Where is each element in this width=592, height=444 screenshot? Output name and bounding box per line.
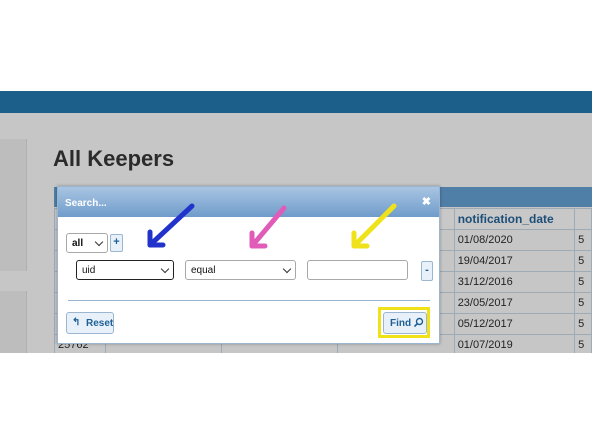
table-cell: 01/08/2020 (453, 229, 576, 251)
chevron-down-icon (160, 264, 170, 274)
reset-button-label: Reset (86, 318, 114, 329)
sidebar-panel (0, 139, 27, 271)
chevron-down-icon (94, 237, 104, 247)
table-cell: 5 (574, 292, 592, 314)
table-cell: 05/12/2017 (453, 313, 576, 335)
operator-select[interactable]: equal (185, 260, 296, 280)
value-input[interactable] (307, 260, 408, 280)
close-icon[interactable]: ✖ (422, 195, 431, 208)
chevron-down-icon (282, 264, 292, 274)
top-navbar (0, 91, 592, 113)
table-cell: 31/12/2016 (453, 271, 576, 293)
table-cell: 5 (574, 313, 592, 335)
field-select[interactable]: uid (76, 260, 174, 280)
undo-icon: ↰ (72, 317, 81, 328)
find-highlight-box (378, 307, 430, 338)
search-dialog-title: Search... (65, 198, 107, 209)
column-header (574, 208, 592, 230)
page-title: All Keepers (53, 146, 175, 171)
table-cell: 5 (574, 250, 592, 272)
table-cell: 5 (574, 334, 592, 353)
add-rule-button[interactable]: + (110, 234, 123, 252)
table-cell: 19/04/2017 (453, 250, 576, 272)
group-operator-value: all (72, 238, 84, 249)
table-cell: 5 (574, 271, 592, 293)
search-dialog: Search... ✖ all + uid equal - ↰ Reset Fi… (57, 186, 440, 344)
column-header: notification_date (453, 208, 576, 230)
search-dialog-titlebar: Search... ✖ (58, 187, 439, 217)
table-cell: 5 (574, 229, 592, 251)
dialog-divider (68, 300, 430, 301)
remove-rule-button[interactable]: - (421, 261, 433, 281)
operator-select-value: equal (191, 265, 216, 276)
sidebar-panel-lower (0, 291, 27, 353)
table-cell: 23/05/2017 (453, 292, 576, 314)
field-select-value: uid (82, 265, 96, 276)
table-cell: 01/07/2019 (453, 334, 576, 353)
reset-button[interactable]: ↰ Reset (66, 312, 114, 334)
group-operator-select[interactable]: all (66, 233, 108, 253)
